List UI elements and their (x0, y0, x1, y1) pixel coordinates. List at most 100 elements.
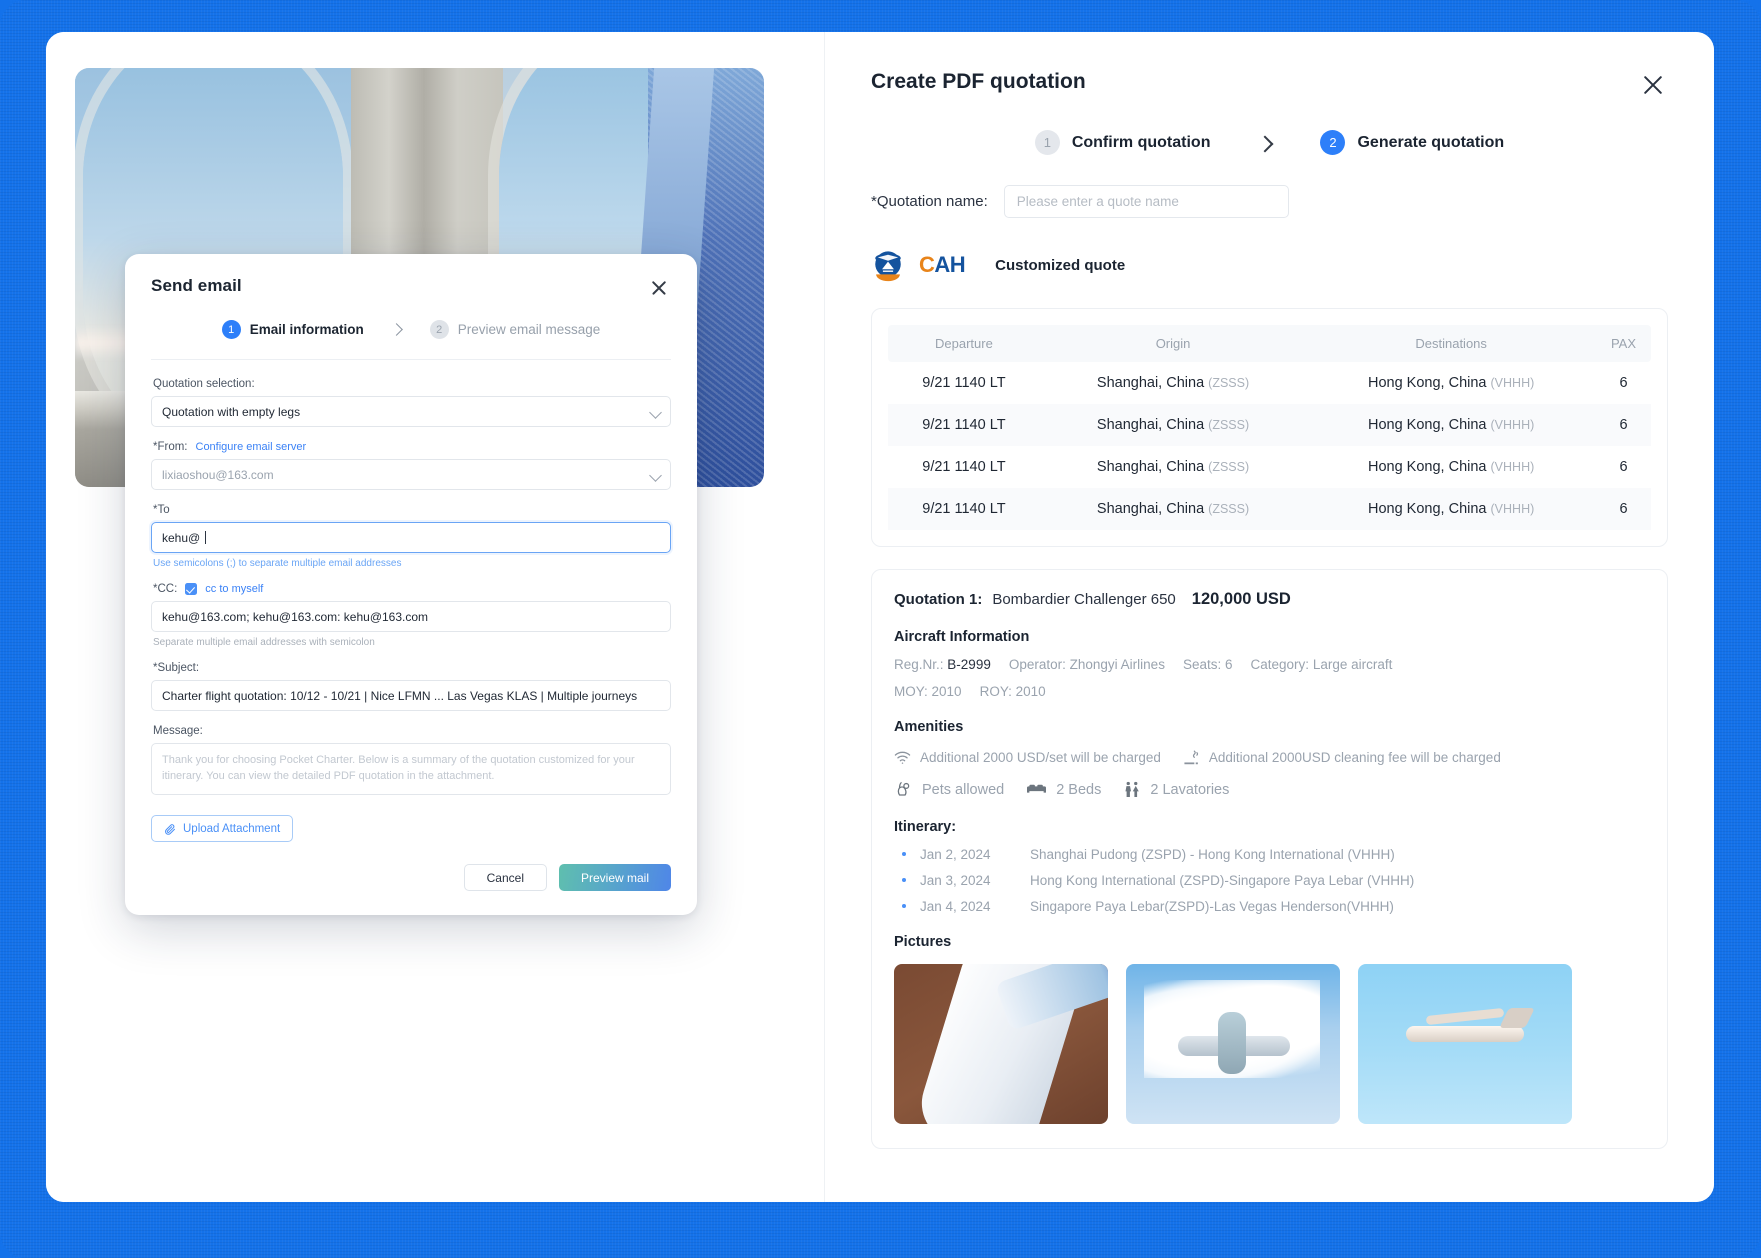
cell-departure: 9/21 1140 LT (922, 459, 1006, 475)
moy-field: MOY: 2010 (894, 684, 962, 699)
step-preview-email-message[interactable]: 2 Preview email message (429, 320, 600, 339)
amenity-wifi-label: Additional 2000 USD/set will be charged (920, 750, 1161, 765)
to-value: kehu@ (162, 530, 201, 545)
operator-field: Operator: Zhongyi Airlines (1009, 657, 1165, 672)
itinerary-route: Singapore Paya Lebar(ZSPD)-Las Vegas Hen… (1030, 899, 1394, 914)
to-input[interactable]: kehu@ (151, 522, 671, 553)
lavatory-icon (1125, 781, 1140, 797)
quotation-selection-select[interactable]: Quotation with empty legs (151, 396, 671, 427)
subject-input[interactable]: Charter flight quotation: 10/12 - 10/21 … (151, 680, 671, 711)
upload-attachment-label: Upload Attachment (183, 822, 281, 835)
from-select[interactable]: lixiaoshou@163.com (151, 459, 671, 490)
step-generate-quotation[interactable]: 2 Generate quotation (1320, 130, 1504, 155)
quotation-price: 120,000 USD (1191, 590, 1291, 608)
destination-code: (VHHH) (1490, 460, 1535, 474)
bed-icon (1027, 784, 1047, 793)
tail-shape (1499, 1008, 1535, 1028)
step-email-information[interactable]: 1 Email information (221, 320, 364, 339)
step-1-label: Confirm quotation (1071, 133, 1211, 151)
cc-value: kehu@163.com; kehu@163.com: kehu@163.com (162, 609, 429, 624)
amenities-title: Amenities (894, 719, 964, 735)
col-pax: PAX (1596, 325, 1651, 362)
upload-attachment-button[interactable]: Upload Attachment (151, 815, 294, 842)
moy-value: 2010 (931, 684, 962, 699)
modal-footer: Cancel Preview mail (151, 864, 671, 891)
destination-city: Hong Kong, China (1367, 417, 1487, 433)
preview-mail-button[interactable]: Preview mail (558, 864, 671, 891)
itinerary-title: Itinerary: (894, 819, 957, 835)
roy-value: 2010 (1015, 684, 1046, 699)
send-email-modal: Send email 1 Email information 2 Preview… (125, 254, 697, 915)
origin-city: Shanghai, China (1096, 375, 1205, 391)
col-origin: Origin (1039, 325, 1307, 362)
bullet-icon (902, 904, 906, 908)
reg-field: Reg.Nr.: B-2999 (894, 657, 991, 672)
amenity-smoking-label: Additional 2000USD cleaning fee will be … (1208, 750, 1501, 765)
cancel-button[interactable]: Cancel (463, 864, 547, 891)
cell-origin: Shanghai, China (ZSSS) (1039, 488, 1307, 530)
modal-header: Send email (151, 276, 671, 300)
category-field: Category: Large aircraft (1251, 657, 1393, 672)
step-confirm-quotation[interactable]: 1 Confirm quotation (1034, 130, 1211, 155)
fuselage-shape (1406, 1026, 1524, 1042)
quotation-name-row: *Quotation name: Please enter a quote na… (871, 185, 1668, 218)
legs-table: Departure Origin Destinations PAX 9/21 1… (888, 325, 1651, 530)
destination-code: (VHHH) (1490, 376, 1535, 390)
cc-to-myself-label[interactable]: cc to myself (205, 583, 263, 595)
origin-code: (ZSSS) (1208, 502, 1250, 516)
itinerary-route: Shanghai Pudong (ZSPD) - Hong Kong Inter… (1030, 847, 1395, 862)
table-row: 9/21 1140 LT Shanghai, China (ZSSS) Hong… (888, 488, 1651, 530)
chevron-right-icon (1256, 134, 1274, 152)
cell-pax: 6 (1619, 375, 1628, 391)
seats-value: 6 (1225, 657, 1233, 672)
chevron-down-icon (649, 469, 662, 482)
cc-label-row: *CC: cc to myself (153, 583, 671, 595)
to-hint: Use semicolons (;) to separate multiple … (153, 558, 402, 569)
cc-input[interactable]: kehu@163.com; kehu@163.com: kehu@163.com (151, 601, 671, 632)
close-icon[interactable] (647, 276, 671, 300)
from-value: lixiaoshou@163.com (162, 467, 274, 482)
quotation-name-label: *Quotation name: (871, 193, 988, 210)
quotation-name-input[interactable]: Please enter a quote name (1003, 185, 1289, 218)
airplane-landing-photo[interactable] (1126, 964, 1340, 1124)
destination-code: (VHHH) (1490, 418, 1535, 432)
close-icon[interactable] (1638, 70, 1668, 100)
table-row: 9/21 1140 LT Shanghai, China (ZSSS) Hong… (888, 446, 1651, 488)
cell-departure: 9/21 1140 LT (888, 488, 1040, 530)
airplane-wing-photo[interactable] (894, 964, 1108, 1124)
origin-code: (ZSSS) (1208, 376, 1250, 390)
amenities-row-1: Additional 2000 USD/set will be charged … (894, 749, 1645, 766)
step-1-badge: 1 (221, 320, 241, 339)
amenity-beds: 2 Beds (1026, 780, 1101, 799)
cell-destination: Hong Kong, China (VHHH) (1306, 446, 1596, 488)
category-value: Large aircraft (1312, 657, 1393, 672)
step-2-badge: 2 (1320, 130, 1346, 155)
col-destinations: Destinations (1306, 325, 1597, 362)
from-label: *From: (153, 441, 188, 453)
message-textarea[interactable]: Thank you for choosing Pocket Charter. B… (151, 743, 671, 795)
amenity-beds-label: 2 Beds (1056, 781, 1102, 798)
itinerary-list: Jan 2, 2024 Shanghai Pudong (ZSPD) - Hon… (894, 847, 1645, 914)
chevron-down-icon (649, 406, 662, 419)
step-2-badge: 2 (429, 320, 449, 339)
modal-stepper: 1 Email information 2 Preview email mess… (151, 300, 671, 360)
quotation-detail-card: Quotation 1: Bombardier Challenger 650 1… (871, 569, 1668, 1149)
origin-city: Shanghai, China (1096, 459, 1205, 475)
private-jet-photo[interactable] (1358, 964, 1572, 1124)
cell-departure: 9/21 1140 LT (888, 404, 1040, 446)
step-2-label: Generate quotation (1357, 133, 1505, 151)
fuselage-shape (1218, 1012, 1246, 1074)
pet-icon (897, 781, 910, 796)
to-label: *To (153, 504, 170, 516)
quotation-selection-label: Quotation selection: (153, 378, 255, 390)
configure-email-server-link[interactable]: Configure email server (196, 441, 307, 453)
list-item: Jan 2, 2024 Shanghai Pudong (ZSPD) - Hon… (894, 847, 1645, 862)
quotation-aircraft: Bombardier Challenger 650 (992, 591, 1176, 608)
cc-to-myself-checkbox[interactable] (185, 583, 198, 595)
brand-letters-ah: AH (934, 252, 966, 277)
brand-letter-c: C (919, 252, 935, 277)
chevron-right-icon (390, 323, 404, 337)
pictures-title: Pictures (894, 934, 952, 950)
list-item: Jan 3, 2024 Hong Kong International (ZSP… (894, 873, 1645, 888)
legs-table-card: Departure Origin Destinations PAX 9/21 1… (871, 308, 1668, 547)
